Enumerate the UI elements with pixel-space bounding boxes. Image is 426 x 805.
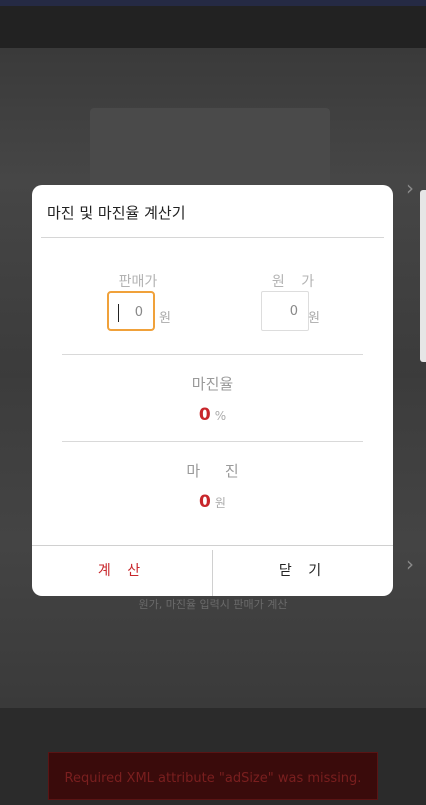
- margin-rate-result: 0%: [32, 405, 393, 425]
- chevron-right-icon: ›: [406, 552, 414, 576]
- calculate-button[interactable]: 계 산: [32, 546, 212, 596]
- margin-value: 0: [199, 492, 211, 512]
- dialog-title: 마진 및 마진율 계산기: [47, 204, 186, 222]
- margin-unit: 원: [214, 496, 226, 510]
- cost-price-label: 원 가: [271, 274, 321, 290]
- sale-price-value: 0: [134, 305, 143, 320]
- title-divider: [41, 237, 384, 238]
- cost-price-unit: 원: [308, 311, 320, 326]
- ad-error-banner: Required XML attribute "adSize" was miss…: [48, 752, 378, 800]
- section-divider: [62, 441, 363, 442]
- sale-price-input[interactable]: 0: [107, 291, 155, 331]
- margin-label: 마 진: [186, 462, 249, 480]
- sale-price-unit: 원: [159, 311, 171, 326]
- text-cursor: [118, 304, 119, 322]
- background-hint-text: 원가, 마진율 입력시 판매가 계산: [138, 598, 288, 611]
- app-bar: [0, 6, 426, 48]
- background-side-card: [420, 190, 426, 362]
- margin-calculator-dialog: 마진 및 마진율 계산기 판매가 원 가 0 원 0 원 마진율 0% 마 진 …: [32, 185, 393, 596]
- section-divider: [62, 354, 363, 355]
- cost-price-value: 0: [289, 304, 298, 319]
- margin-result: 0원: [32, 492, 393, 512]
- sale-price-label: 판매가: [118, 274, 158, 290]
- margin-rate-unit: %: [214, 409, 227, 423]
- margin-rate-value: 0: [198, 405, 211, 425]
- cost-price-input[interactable]: 0: [261, 291, 309, 331]
- margin-rate-label: 마진율: [191, 375, 234, 393]
- chevron-right-icon: ›: [406, 176, 414, 200]
- close-button[interactable]: 닫 기: [213, 546, 393, 596]
